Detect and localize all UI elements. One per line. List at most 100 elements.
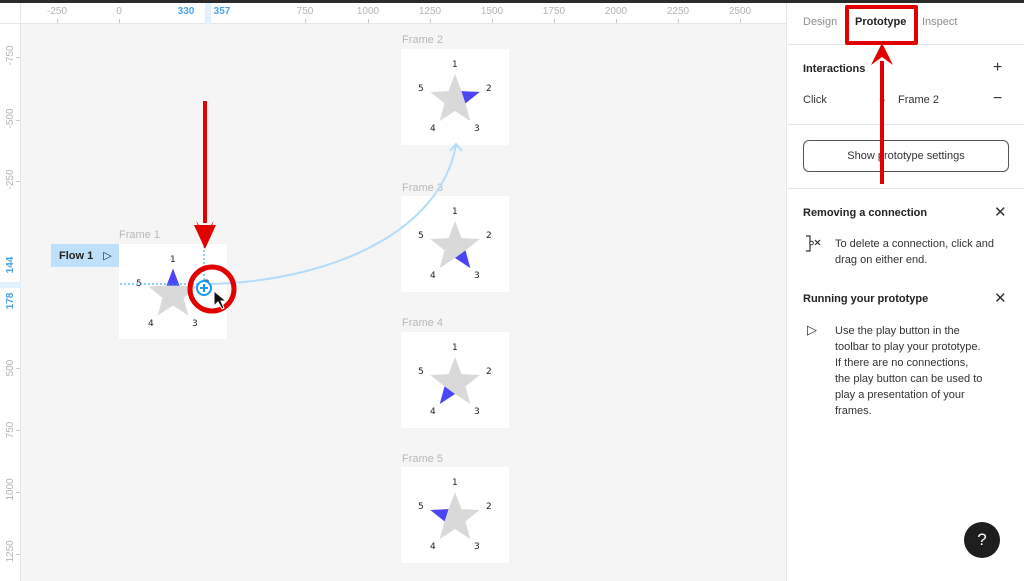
star-point-label: 1 bbox=[452, 60, 458, 70]
frame-label[interactable]: Frame 1 bbox=[119, 229, 160, 241]
ruler-label-selected: 178 bbox=[5, 292, 16, 310]
tab-design[interactable]: Design bbox=[803, 16, 837, 28]
star-shape bbox=[430, 221, 480, 269]
star-point-label: 2 bbox=[204, 278, 210, 289]
ruler-label: 1750 bbox=[542, 6, 566, 17]
ruler-tick bbox=[16, 492, 20, 493]
ruler-label: -750 bbox=[5, 45, 16, 66]
star-point-label: 4 bbox=[430, 124, 436, 134]
ruler-tick bbox=[57, 19, 58, 23]
ruler-label: 2500 bbox=[728, 6, 752, 17]
ruler-tick bbox=[430, 19, 431, 23]
ruler-tick bbox=[16, 120, 20, 121]
interaction-destination[interactable]: Frame 2 bbox=[898, 94, 939, 106]
star-point-label: 5 bbox=[418, 231, 424, 241]
ruler-tick bbox=[16, 368, 20, 369]
ruler-label: -250 bbox=[5, 169, 16, 190]
ruler-label: 500 bbox=[5, 359, 16, 377]
star-point-label: 1 bbox=[452, 343, 458, 353]
close-icon[interactable]: ✕ bbox=[994, 291, 1007, 306]
ruler-tick bbox=[16, 430, 20, 431]
tip-text: Use the play button in the toolbar to pl… bbox=[835, 325, 983, 417]
star-point-label: 5 bbox=[418, 84, 424, 94]
ruler-tick bbox=[305, 19, 306, 23]
star-shape bbox=[430, 357, 480, 405]
canvas-overlay bbox=[120, 101, 463, 314]
flow-starting-point[interactable]: Flow 1 ▷ bbox=[51, 244, 119, 267]
ruler-vertical[interactable]: -750 -500 -250 144 178 500 750 1000 1250 bbox=[0, 3, 21, 581]
play-outline-icon[interactable]: ▷ bbox=[103, 249, 111, 262]
ruler-label-selected: 144 bbox=[5, 256, 16, 274]
star-point-label: 3 bbox=[474, 271, 480, 281]
ruler-tick bbox=[16, 57, 20, 58]
question-mark-icon: ? bbox=[977, 530, 987, 549]
help-button[interactable]: ? bbox=[964, 522, 1000, 558]
star-point-label: 1 bbox=[170, 254, 176, 265]
show-prototype-settings-button[interactable]: Show prototype settings bbox=[803, 140, 1009, 172]
frame-label[interactable]: Frame 2 bbox=[402, 34, 443, 46]
frame-4[interactable]: 1 2 3 4 5 bbox=[401, 332, 509, 428]
plus-icon[interactable]: + bbox=[993, 60, 1002, 76]
ruler-tick bbox=[16, 554, 20, 555]
star-point-highlight bbox=[166, 268, 180, 286]
tip-title: Running your prototype bbox=[803, 293, 929, 305]
ruler-label-selected: 357 bbox=[213, 6, 231, 17]
ruler-tick bbox=[16, 181, 20, 182]
ruler-label: 1000 bbox=[356, 6, 380, 17]
frame-5[interactable]: 1 2 3 4 5 bbox=[401, 467, 509, 563]
ruler-label: 750 bbox=[5, 421, 16, 439]
ruler-tick bbox=[678, 19, 679, 23]
annotation-arrow-up bbox=[871, 43, 893, 184]
flow-label: Flow 1 bbox=[59, 249, 94, 262]
star-point-label: 4 bbox=[430, 542, 436, 552]
minus-icon[interactable]: − bbox=[993, 91, 1002, 107]
star-point-label: 3 bbox=[474, 407, 480, 417]
star-point-label: 3 bbox=[474, 124, 480, 134]
annotation-highlight-box bbox=[845, 5, 918, 45]
star-point-label: 4 bbox=[430, 271, 436, 281]
ruler-selection-band bbox=[0, 282, 21, 288]
ruler-corner bbox=[0, 3, 21, 24]
ruler-tick bbox=[740, 19, 741, 23]
connection-remove-icon bbox=[806, 235, 821, 252]
star-point-label: 5 bbox=[418, 367, 424, 377]
ruler-label: 0 bbox=[116, 6, 122, 17]
ruler-label: 2250 bbox=[666, 6, 690, 17]
star-point-label: 2 bbox=[486, 502, 492, 512]
interaction-trigger[interactable]: Click bbox=[803, 94, 827, 106]
frame-label[interactable]: Frame 5 bbox=[402, 453, 443, 465]
ruler-tick bbox=[554, 19, 555, 23]
divider bbox=[787, 124, 1024, 125]
ruler-label: 1000 bbox=[5, 478, 16, 501]
close-icon[interactable]: ✕ bbox=[994, 205, 1007, 220]
ruler-tick bbox=[119, 19, 120, 23]
ruler-selection-band bbox=[205, 3, 211, 24]
frame-2[interactable]: 1 2 3 4 5 bbox=[401, 49, 509, 145]
ruler-horizontal[interactable]: -250 0 330 357 750 1000 1250 1500 1750 2… bbox=[0, 3, 786, 24]
frame-label[interactable]: Frame 4 bbox=[402, 317, 443, 329]
star-point-label: 3 bbox=[474, 542, 480, 552]
ruler-label-selected: 330 bbox=[177, 6, 195, 17]
ruler-tick bbox=[368, 19, 369, 23]
panel-tabs: Design Prototype Inspect bbox=[787, 3, 1024, 45]
tab-inspect[interactable]: Inspect bbox=[922, 16, 957, 28]
tip-text: To delete a connection, click and drag o… bbox=[835, 238, 994, 266]
star-point-label: 1 bbox=[452, 478, 458, 488]
ruler-label: 1500 bbox=[480, 6, 504, 17]
ruler-label: 1250 bbox=[418, 6, 442, 17]
ruler-label: 750 bbox=[296, 6, 314, 17]
canvas[interactable]: -250 0 330 357 750 1000 1250 1500 1750 2… bbox=[0, 3, 786, 581]
divider bbox=[787, 188, 1024, 189]
star-point-label: 4 bbox=[148, 318, 154, 329]
frame-label[interactable]: Frame 3 bbox=[402, 182, 443, 194]
star-point-label: 4 bbox=[430, 407, 436, 417]
frame-3[interactable]: 1 2 3 4 5 bbox=[401, 196, 509, 292]
frame-1[interactable]: 1 2 3 4 5 bbox=[119, 244, 227, 339]
tip-title: Removing a connection bbox=[803, 207, 928, 219]
interactions-title: Interactions bbox=[803, 63, 866, 75]
play-outline-icon: ▷ bbox=[807, 322, 817, 337]
connection-arrowhead bbox=[449, 142, 463, 152]
annotation-arrow-down bbox=[203, 101, 207, 223]
star-point-label: 1 bbox=[452, 207, 458, 217]
ruler-tick bbox=[492, 19, 493, 23]
